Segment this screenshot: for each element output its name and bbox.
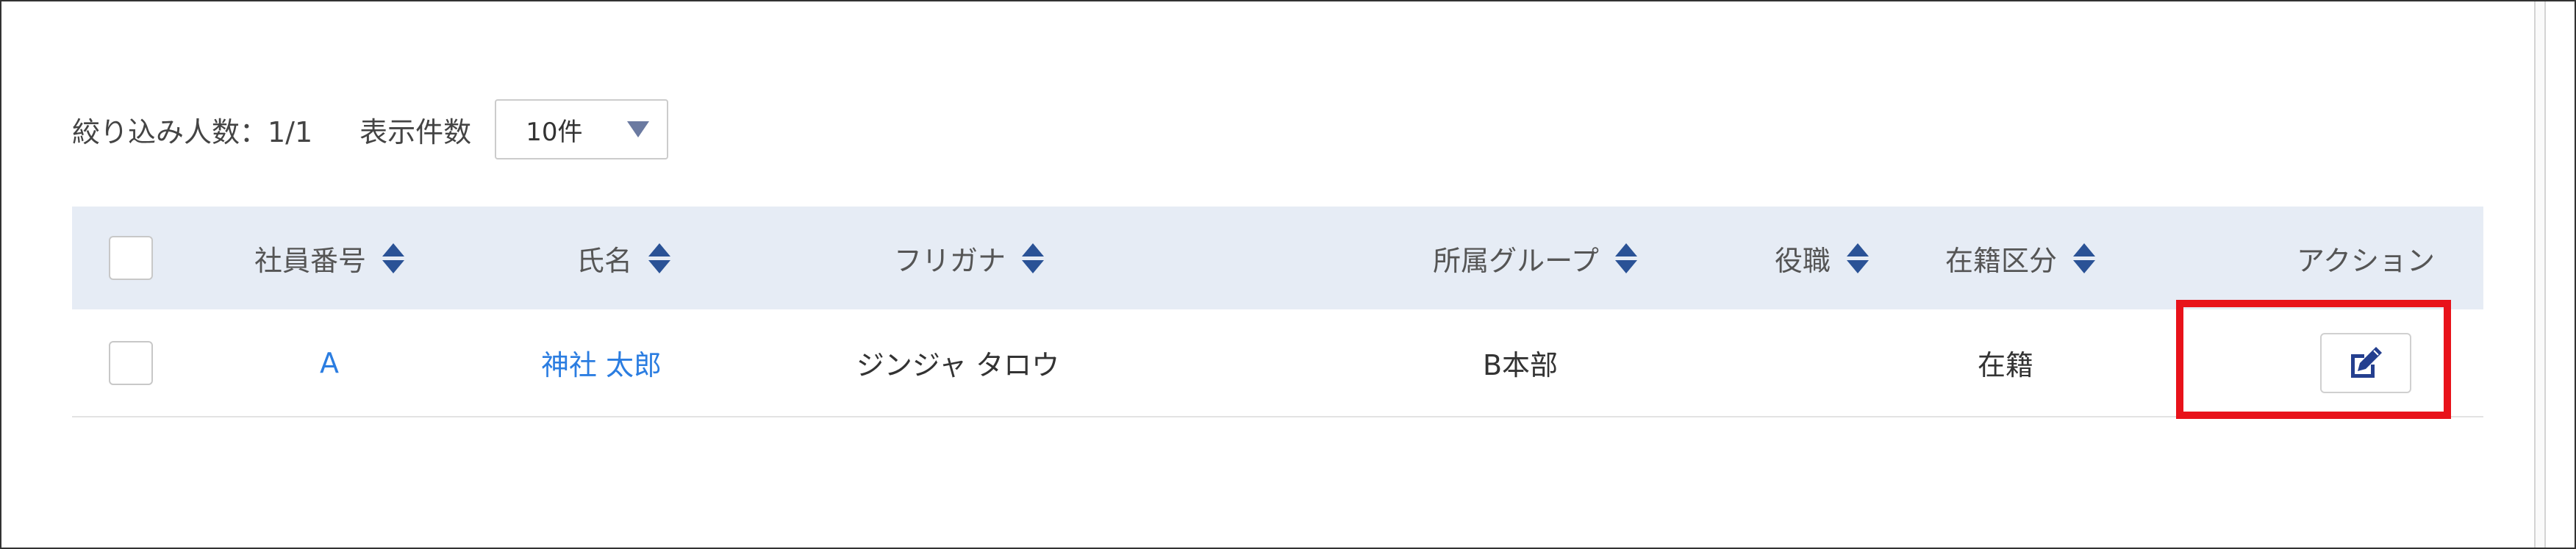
row-checkbox[interactable]	[109, 340, 153, 385]
table-header: 社員番号 氏名 フリガナ 所属グループ 役職 在籍区分 アクション	[72, 207, 2483, 309]
column-header-label: 社員番号	[254, 244, 366, 277]
sort-icon[interactable]	[1847, 243, 1869, 273]
column-header-furigana[interactable]: フリガナ	[837, 207, 1101, 309]
page-size-label: 表示件数	[359, 115, 472, 148]
group-text: B本部	[1482, 349, 1559, 381]
row-checkbox-cell	[107, 309, 154, 416]
sort-icon[interactable]	[648, 243, 670, 273]
column-header-label: 役職	[1774, 244, 1831, 277]
column-header-group[interactable]: 所属グループ	[1366, 207, 1704, 309]
column-header-label: 在籍区分	[1944, 244, 2057, 277]
cell-furigana: ジンジャ タロウ	[837, 309, 1079, 416]
table-row: A 神社 太郎 ジンジャ タロウ B本部 在籍	[72, 309, 2483, 417]
employee-name-link[interactable]: 神社 太郎	[541, 342, 662, 383]
column-header-employee-no[interactable]: 社員番号	[219, 207, 440, 309]
status-text: 在籍	[1977, 349, 2033, 381]
cell-group: B本部	[1410, 309, 1631, 416]
column-header-label: フリガナ	[893, 244, 1006, 277]
page-size-value: 10件	[526, 117, 583, 147]
filter-count-text: 絞り込み人数：1/1	[72, 115, 313, 148]
filter-bar: 絞り込み人数：1/1 表示件数 10件	[72, 98, 669, 161]
column-header-label: 所属グループ	[1433, 244, 1599, 277]
sort-icon[interactable]	[2073, 243, 2095, 273]
page-size-select[interactable]: 10件	[495, 99, 669, 159]
sort-icon[interactable]	[382, 243, 404, 273]
action-highlight-box	[2176, 300, 2451, 419]
select-all-checkbox[interactable]	[109, 236, 153, 280]
cell-status: 在籍	[1888, 309, 2123, 416]
column-header-name[interactable]: 氏名	[520, 207, 726, 309]
furigana-text: ジンジャ タロウ	[856, 349, 1060, 381]
column-header-label: アクション	[2296, 244, 2436, 277]
cell-employee-no[interactable]: A	[219, 309, 440, 416]
employee-no-link[interactable]: A	[320, 347, 339, 379]
column-header-label: 氏名	[576, 244, 632, 277]
caret-down-icon	[627, 121, 650, 137]
column-header-status[interactable]: 在籍区分	[1888, 207, 2153, 309]
cell-name[interactable]: 神社 太郎	[484, 309, 719, 416]
sort-icon[interactable]	[1022, 243, 1044, 273]
sort-icon[interactable]	[1614, 243, 1637, 273]
header-checkbox-cell	[107, 207, 154, 309]
employee-table: 社員番号 氏名 フリガナ 所属グループ 役職 在籍区分 アクション A 神社 太…	[72, 207, 2483, 417]
column-header-action: アクション	[2182, 207, 2550, 309]
